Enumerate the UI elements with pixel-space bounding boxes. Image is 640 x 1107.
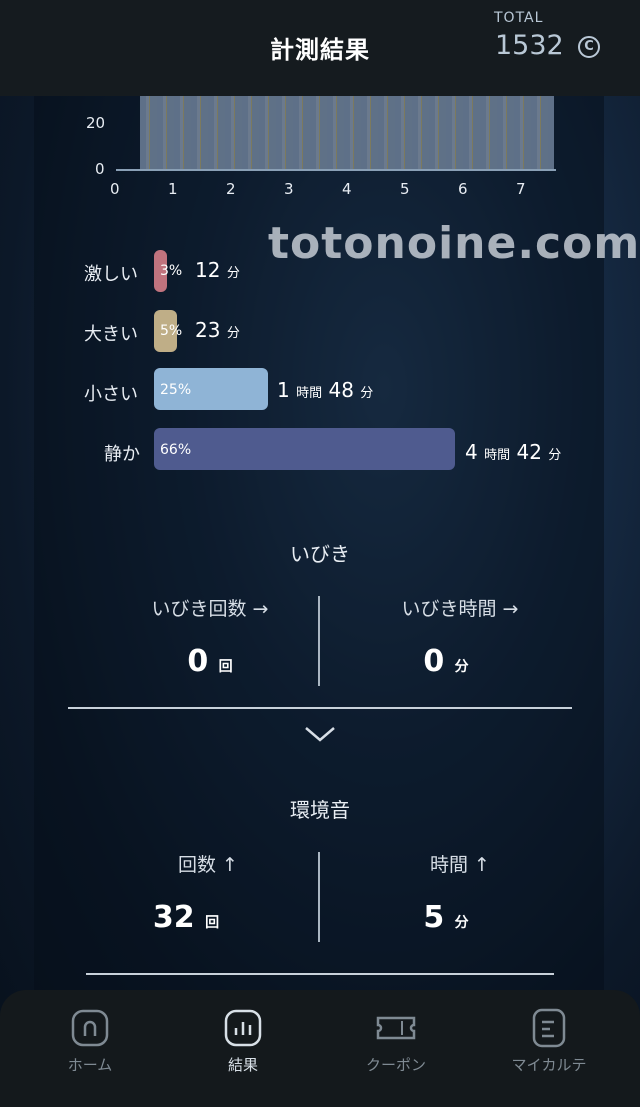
stat-divider	[318, 596, 320, 686]
graph-plot-area	[140, 96, 554, 170]
level-duration: 23 分	[195, 318, 240, 342]
x-tick-label: 0	[110, 180, 120, 198]
x-tick-label: 2	[226, 180, 236, 198]
env-count-value: 32 回	[152, 900, 220, 935]
ticket-icon	[376, 1008, 416, 1048]
chart-icon	[223, 1008, 263, 1048]
chart-card-icon	[529, 1008, 569, 1048]
section-divider	[68, 707, 572, 709]
nav-my-chart[interactable]: マイカルテ	[489, 1008, 609, 1075]
x-tick-label: 5	[400, 180, 410, 198]
app-header: 計測結果 TOTAL 1532 C	[0, 0, 640, 96]
home-icon	[70, 1008, 110, 1048]
nav-label: 結果	[227, 1056, 258, 1074]
env-time-sort[interactable]: 時間 ↑	[360, 850, 560, 877]
level-label: 大きい	[84, 324, 138, 345]
total-points: 1532	[495, 30, 564, 61]
level-label: 小さい	[84, 384, 138, 405]
bottom-nav: ホーム 結果 クーポン マイカルテ	[0, 990, 640, 1107]
y-tick-label: 20	[86, 114, 106, 132]
snore-count-value: 0 回	[187, 644, 233, 679]
environment-section-title: 環境音	[290, 798, 350, 822]
x-tick-label: 4	[342, 180, 352, 198]
env-time-value: 5 分	[423, 900, 469, 935]
snore-count-link[interactable]: いびき回数 →	[110, 594, 310, 621]
env-count-sort[interactable]: 回数 ↑	[108, 850, 308, 877]
y-tick-label: 0	[95, 160, 105, 178]
nav-home[interactable]: ホーム	[30, 1008, 150, 1075]
total-label: TOTAL	[494, 10, 544, 26]
nav-label: マイカルテ	[511, 1056, 587, 1074]
x-tick-label: 3	[284, 180, 294, 198]
level-duration: 1 時間 48 分	[277, 378, 374, 402]
level-label: 激しい	[84, 264, 138, 285]
level-percent: 66%	[160, 442, 192, 458]
x-tick-label: 1	[168, 180, 178, 198]
level-label: 静か	[104, 444, 140, 465]
level-percent: 3%	[160, 263, 183, 279]
snore-time-value: 0 分	[423, 644, 469, 679]
coin-icon: C	[578, 36, 600, 58]
snore-time-link[interactable]: いびき時間 →	[360, 594, 560, 621]
nav-label: クーポン	[365, 1056, 426, 1074]
level-bar	[154, 428, 455, 470]
x-tick-label: 6	[458, 180, 468, 198]
stat-divider	[318, 852, 320, 942]
level-percent: 25%	[160, 382, 192, 398]
level-percent: 5%	[160, 323, 183, 339]
x-tick-label: 7	[516, 180, 526, 198]
watermark-text: totonoine.com	[268, 218, 640, 269]
nav-coupon[interactable]: クーポン	[336, 1008, 456, 1075]
level-duration: 4 時間 42 分	[465, 440, 562, 464]
expand-chevron-icon[interactable]	[302, 720, 338, 746]
nav-results[interactable]: 結果	[183, 1008, 303, 1075]
snoring-section-title: いびき	[290, 542, 350, 566]
section-divider	[86, 973, 554, 975]
graph-x-axis	[116, 169, 556, 171]
nav-label: ホーム	[67, 1056, 113, 1074]
level-duration: 12 分	[195, 258, 240, 282]
